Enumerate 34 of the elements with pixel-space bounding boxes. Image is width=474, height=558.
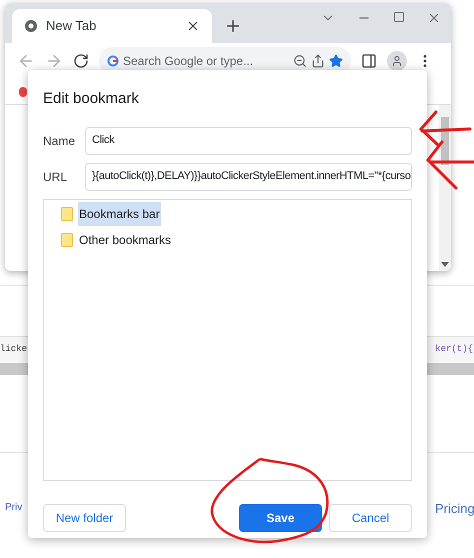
field-label: URL bbox=[43, 168, 68, 186]
side-panel-icon[interactable] bbox=[361, 53, 377, 69]
share-icon[interactable] bbox=[311, 54, 325, 68]
omnibox-placeholder: Search Google or type... bbox=[123, 53, 254, 70]
folder-item[interactable]: Other bookmarks bbox=[78, 228, 172, 252]
folder-icon bbox=[61, 232, 73, 246]
folder-icon bbox=[61, 206, 73, 220]
annotation-arrow bbox=[416, 108, 472, 148]
bookmark-icon[interactable] bbox=[19, 86, 27, 96]
code-text: ker(t){ bbox=[435, 343, 473, 356]
zoom-icon[interactable] bbox=[293, 54, 307, 68]
dialog-button[interactable]: New folder bbox=[43, 504, 126, 532]
scrollbar[interactable] bbox=[439, 105, 451, 271]
browser-tab[interactable]: New Tab bbox=[12, 9, 212, 43]
folder-item[interactable]: Bookmarks bar bbox=[78, 202, 161, 226]
dialog-title: Edit bookmark bbox=[43, 89, 140, 109]
close-icon[interactable] bbox=[186, 19, 200, 33]
scroll-down-icon[interactable] bbox=[441, 262, 449, 267]
tab-title: New Tab bbox=[46, 17, 98, 36]
save-button[interactable]: Save bbox=[239, 504, 322, 532]
field-label: Name bbox=[43, 132, 76, 150]
text-field[interactable]: }{autoClick(t)},DELAY)}}autoClickerStyleElement.innerHTML="*{curso bbox=[85, 162, 412, 190]
footer-link[interactable]: Pricing bbox=[435, 499, 474, 518]
g-logo-icon bbox=[107, 55, 119, 67]
globe-icon bbox=[24, 19, 38, 33]
avatar-icon[interactable] bbox=[387, 51, 407, 71]
new-tab-icon[interactable] bbox=[224, 17, 242, 35]
code-text: licke bbox=[0, 343, 28, 356]
maximize-icon[interactable] bbox=[393, 11, 405, 23]
dialog-button[interactable]: Cancel bbox=[329, 504, 412, 532]
star-icon[interactable] bbox=[329, 54, 343, 68]
text-field[interactable]: Click bbox=[85, 126, 412, 154]
footer-link[interactable]: Priv bbox=[5, 500, 22, 515]
reload-icon[interactable] bbox=[73, 53, 89, 69]
